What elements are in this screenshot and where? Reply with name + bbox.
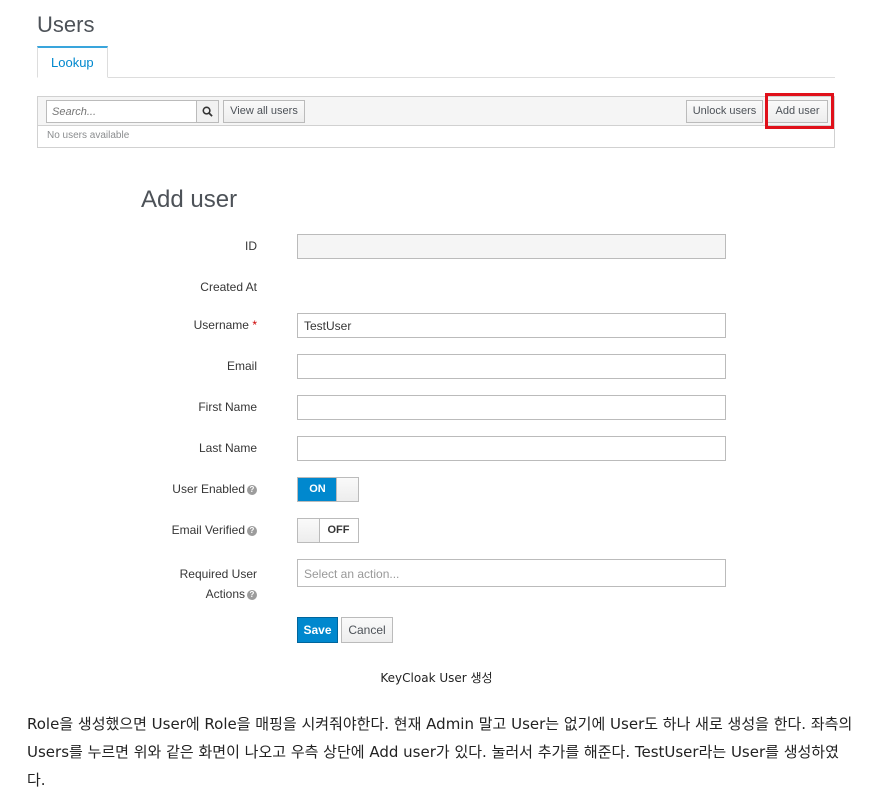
help-icon[interactable]: ? <box>247 484 257 495</box>
username-label-text: Username <box>193 318 249 332</box>
user-enabled-toggle[interactable]: ON <box>297 477 359 502</box>
users-toolbar: View all users Unlock users Add user <box>38 97 834 126</box>
username-label: Username * <box>194 318 257 332</box>
toggle-knob <box>336 478 358 501</box>
last-name-label: Last Name <box>198 441 257 455</box>
cancel-button[interactable]: Cancel <box>341 617 393 643</box>
form-title: Add user <box>141 186 238 213</box>
required-actions-label-line1: Required User <box>179 567 257 581</box>
id-label: ID <box>245 239 257 253</box>
toggle-on-label: ON <box>298 478 337 501</box>
user-enabled-label: User Enabled? <box>172 482 257 496</box>
add-user-highlight-box <box>765 93 834 129</box>
email-verified-toggle[interactable]: OFF <box>297 518 359 543</box>
required-actions-label: Required User Actions? <box>180 564 257 604</box>
help-icon[interactable]: ? <box>247 525 257 536</box>
page-title: Users <box>37 12 95 37</box>
view-all-users-button[interactable]: View all users <box>223 100 305 123</box>
unlock-users-button[interactable]: Unlock users <box>686 100 763 123</box>
email-verified-label-text: Email Verified <box>171 523 245 537</box>
search-button[interactable] <box>196 100 219 123</box>
body-paragraph: Role을 생성했으면 User에 Role을 매핑을 시켜줘야한다. 현재 A… <box>27 715 853 789</box>
email-field[interactable] <box>297 354 726 379</box>
image-caption: KeyCloak User 생성 <box>380 671 493 685</box>
user-enabled-label-text: User Enabled <box>172 482 245 496</box>
email-verified-label: Email Verified? <box>172 523 257 537</box>
required-actions-select[interactable]: Select an action... <box>297 559 726 587</box>
save-button[interactable]: Save <box>297 617 338 643</box>
created-at-label: Created At <box>200 280 257 294</box>
users-table: View all users Unlock users Add user No … <box>37 96 835 148</box>
help-icon[interactable]: ? <box>247 589 257 600</box>
last-name-field[interactable] <box>297 436 726 461</box>
search-icon <box>202 106 213 117</box>
id-field <box>297 234 726 259</box>
toggle-off-label: OFF <box>327 524 350 536</box>
first-name-label: First Name <box>198 400 257 414</box>
toggle-knob <box>298 519 320 542</box>
search-input[interactable] <box>46 100 197 123</box>
first-name-field[interactable] <box>297 395 726 420</box>
empty-table-message: No users available <box>47 130 130 141</box>
username-field[interactable] <box>297 313 726 338</box>
tab-bar: Lookup <box>37 46 835 78</box>
tab-lookup[interactable]: Lookup <box>37 46 108 78</box>
email-label: Email <box>226 359 257 373</box>
required-mark: * <box>252 318 257 332</box>
required-actions-label-line2: Actions <box>205 587 245 601</box>
